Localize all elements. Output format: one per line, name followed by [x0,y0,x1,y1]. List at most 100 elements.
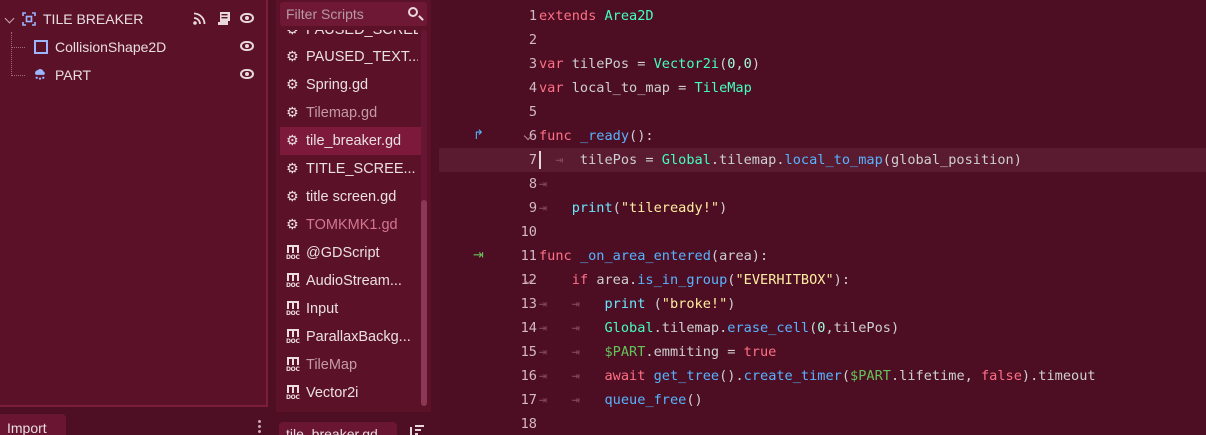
line-number: 3 [528,56,537,72]
code-line[interactable]: 5 [439,100,1206,124]
code-line[interactable]: 1 extends Area2D [439,4,1206,28]
doc-item[interactable]: DOC Input [280,295,423,323]
doc-book-icon: DOC [286,385,300,401]
script-item-label: TITLE_SCREE... [306,161,416,177]
doc-book-icon: DOC [286,357,300,373]
line-number: 11 [520,248,537,264]
line-number: 17 [520,392,537,408]
code-text: ⇥ tilePos = Global.tilemap.local_to_map(… [539,152,1022,168]
area2d-node-icon [22,12,36,26]
code-line[interactable]: 16 ⇥ ⇥ await get_tree().create_timer($PA… [439,364,1206,388]
script-list-scrollbar[interactable] [421,30,427,406]
script-item[interactable]: ⚙ PAUSED_TEXT... [280,43,423,71]
code-line-current[interactable]: 7 ⇥ tilePos = Global.tilemap.local_to_ma… [439,148,1206,172]
code-line[interactable]: 12 if area.is_in_group("EVERHITBOX"): [439,268,1206,292]
tab-label: Import [7,420,47,435]
script-list: ⚙ PAUSED_SCREEN... ⚙ PAUSED_TEXT... ⚙ Sp… [280,30,423,408]
script-item-label: TOMKMK1.gd [306,217,398,233]
code-text: ⇥ ⇥ queue_free() [539,392,703,408]
filter-scripts-input[interactable] [286,5,406,23]
script-icon[interactable] [217,11,231,26]
doc-book-icon: DOC [286,301,300,317]
doc-item-label: @GDScript [306,245,380,261]
tab-import[interactable]: Import [0,414,66,435]
script-item[interactable]: ⚙ TOMKMK1.gd [280,211,423,239]
code-text: func _ready(): [539,128,654,144]
gear-icon: ⚙ [286,49,299,65]
doc-item[interactable]: DOC ParallaxBackg... [280,323,423,351]
line-number: 1 [528,8,537,24]
script-item[interactable]: ⚙ PAUSED_SCREEN... [280,30,423,44]
code-line[interactable]: 17 ⇥ ⇥ queue_free() [439,388,1206,412]
gear-icon: ⚙ [286,30,299,38]
code-text: ⇥ ⇥ await get_tree().create_timer($PART.… [539,368,1096,384]
eye-icon[interactable] [240,13,254,23]
code-line[interactable]: 2 [439,28,1206,52]
chevron-down-icon[interactable] [4,13,15,24]
line-number: 14 [520,320,537,336]
line-number: 10 [520,224,537,240]
code-text: ⇥ ⇥ Global.tilemap.erase_cell(0,tilePos) [539,320,900,336]
doc-item-label: Vector2i [306,385,359,401]
line-number: 7 [528,152,537,168]
code-line[interactable]: 9 ⇥ print("tileready!") [439,196,1206,220]
eye-icon[interactable] [240,41,254,51]
code-text: var tilePos = Vector2i(0,0) [539,56,761,72]
code-text: func _on_area_entered(area): [539,248,769,264]
doc-item[interactable]: DOC AudioStream... [280,267,423,295]
signal-icon[interactable] [193,12,206,25]
code-line[interactable]: 13 ⇥ ⇥ print ("broke!") [439,292,1206,316]
scene-node-label: PART [55,67,92,83]
current-file-label: tile_breaker.gd [286,426,378,435]
code-line[interactable]: 14 ⇥ ⇥ Global.tilemap.erase_cell(0,tileP… [439,316,1206,340]
search-icon[interactable] [408,7,418,17]
doc-item[interactable]: DOC Vector2i [280,379,423,407]
code-text: var local_to_map = TileMap [539,80,752,96]
collision-shape-icon [34,40,48,54]
doc-item-label: ParallaxBackg... [306,329,411,345]
script-item[interactable]: ⚙ Tilemap.gd [280,99,423,127]
code-line[interactable]: ⇥ 11 func _on_area_entered(area): [439,244,1206,268]
code-text: ⇥ ⇥ print ("broke!") [539,296,736,312]
doc-book-icon: DOC [286,245,300,261]
script-item[interactable]: ⚙ Spring.gd [280,71,423,99]
line-number: 18 [520,416,537,432]
gear-icon: ⚙ [286,189,299,205]
scene-tree-panel: TILE BREAKER CollisionShape2D PART [0,0,268,407]
gear-icon: ⚙ [286,217,299,233]
doc-item-label: TileMap [306,357,358,373]
code-line[interactable]: 3 var tilePos = Vector2i(0,0) [439,52,1206,76]
script-item-label: title screen.gd [306,189,397,205]
code-line[interactable]: 10 [439,220,1206,244]
gear-icon: ⚙ [286,77,299,93]
sort-icon[interactable] [410,425,424,435]
scrollbar-thumb[interactable] [421,200,427,406]
doc-item[interactable]: DOC @GDScript [280,239,423,267]
scene-node-part[interactable]: PART [0,61,266,89]
script-item-label: Spring.gd [306,77,369,93]
line-number: 15 [520,344,537,360]
line-number: 9 [528,200,537,216]
eye-icon[interactable] [240,69,254,79]
code-line[interactable]: 8 ⇥ [439,172,1206,196]
current-file-tab[interactable]: tile_breaker.gd [279,422,397,435]
script-item-selected[interactable]: ⚙ tile_breaker.gd [280,127,423,155]
script-item[interactable]: ⚙ title screen.gd [280,183,423,211]
code-editor[interactable]: 1 extends Area2D 2 3 var tilePos = Vecto… [439,0,1206,435]
scene-node-label: CollisionShape2D [55,39,167,55]
script-item-label: tile_breaker.gd [306,133,402,149]
kebab-menu-icon[interactable] [258,420,261,435]
signal-connection-icon[interactable]: ⇥ [473,248,484,263]
override-arrow-icon[interactable]: ↱ [473,128,484,143]
line-number: 13 [520,296,537,312]
code-line[interactable]: 18 [439,412,1206,435]
code-line[interactable]: 4 var local_to_map = TileMap [439,76,1206,100]
scene-node-collisionshape2d[interactable]: CollisionShape2D [0,33,266,61]
doc-item[interactable]: DOC TileMap [280,351,423,379]
code-line[interactable]: 15 ⇥ ⇥ $PART.emmiting = true [439,340,1206,364]
gear-icon: ⚙ [286,161,299,177]
code-line[interactable]: ↱ 6 func _ready(): [439,124,1206,148]
scene-node-root[interactable]: TILE BREAKER [0,5,266,33]
script-item[interactable]: ⚙ TITLE_SCREE... [280,155,423,183]
filter-scripts-field[interactable] [280,2,427,26]
